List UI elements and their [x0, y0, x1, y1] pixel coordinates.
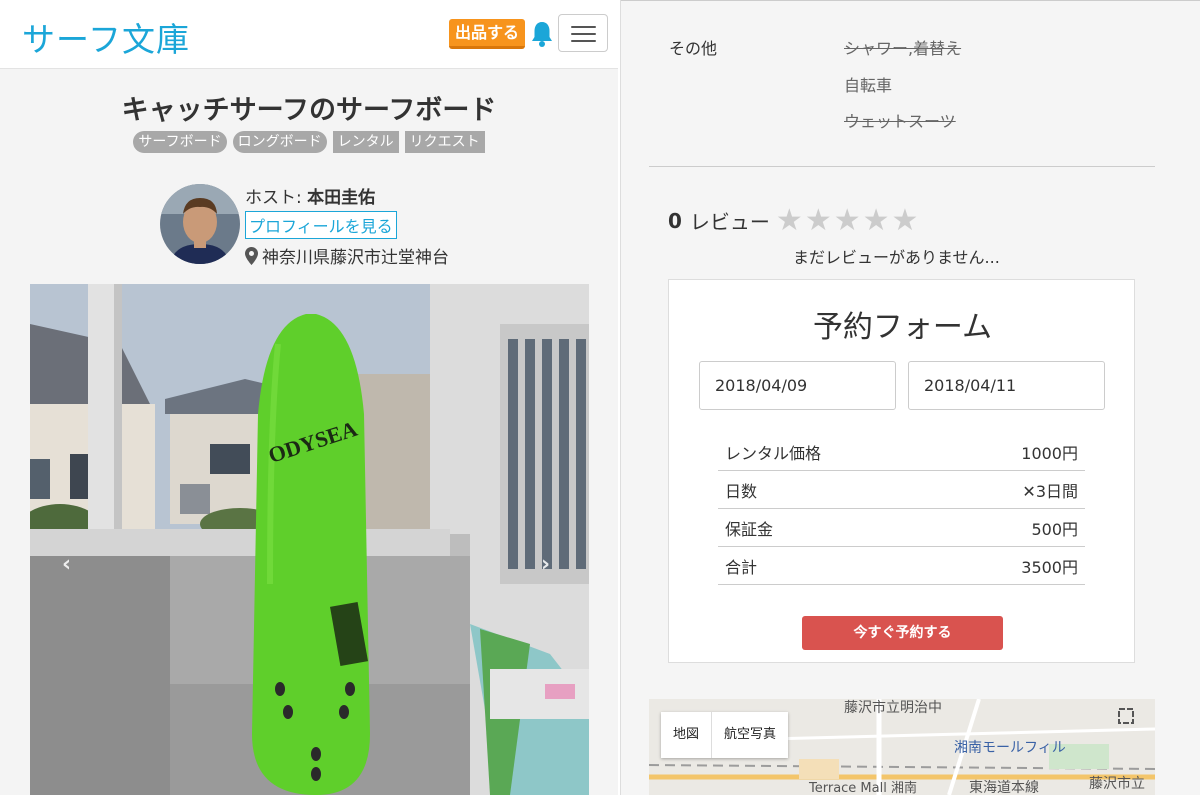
map-label: 藤沢市立明治中 — [844, 700, 942, 716]
map-type-tabs: 地図 航空写真 — [661, 712, 789, 758]
tag-surfboard[interactable]: サーフボード — [133, 131, 227, 153]
host-name: 本田圭佑 — [307, 188, 376, 208]
location-map[interactable]: 藤沢市立明治中 湘南モールフィル Terrace Mall 湘南 東海道本線 藤… — [649, 699, 1155, 795]
top-border — [621, 0, 1200, 3]
price-value: 3500円 — [1021, 557, 1078, 577]
price-label: 保証金 — [725, 519, 774, 539]
host-info: ホスト: 本田圭佑 — [245, 183, 375, 208]
map-label: 藤沢市立 — [1089, 776, 1145, 792]
price-value: ✕3日間 — [1022, 481, 1078, 501]
menu-icon-bar — [571, 33, 596, 35]
tag-rental[interactable]: レンタル — [332, 131, 399, 153]
price-label: 日数 — [725, 481, 758, 501]
price-label: 合計 — [725, 557, 758, 577]
review-summary: 0 レビュー ★★★★★ — [668, 203, 920, 238]
list-item-button[interactable]: 出品する — [449, 19, 525, 49]
location: 神奈川県藤沢市辻堂神台 — [245, 243, 449, 268]
listing-panel: サーフ文庫 出品する キャッチサーフのサーフボード サーフボード ロングボード … — [0, 0, 618, 795]
no-review-text: まだレビューがありません... — [793, 248, 1000, 267]
rating-stars-icon: ★★★★★ — [775, 203, 921, 238]
map-label: 湘南モールフィル — [954, 740, 1066, 756]
menu-toggle-button[interactable] — [558, 14, 608, 52]
price-table: レンタル価格 1000円 日数 ✕3日間 保証金 500円 合計 3500円 — [718, 433, 1085, 585]
start-date-input[interactable]: 2018/04/09 — [699, 361, 896, 410]
host-label: ホスト: — [245, 188, 308, 208]
price-value: 500円 — [1031, 519, 1078, 539]
reserve-now-button[interactable]: 今すぐ予約する — [802, 616, 1003, 650]
section-divider — [649, 166, 1155, 167]
carousel-next-icon[interactable]: › — [541, 552, 550, 577]
menu-icon-bar — [571, 26, 596, 28]
review-label: レビュー — [689, 210, 770, 234]
host-avatar[interactable] — [160, 184, 240, 264]
tag-longboard[interactable]: ロングボード — [232, 131, 327, 153]
map-label: Terrace Mall 湘南 — [809, 781, 917, 795]
map-pin-icon — [245, 246, 258, 265]
tab-map[interactable]: 地図 — [661, 712, 711, 758]
review-count: 0 — [668, 208, 682, 233]
price-row: 保証金 500円 — [718, 509, 1085, 547]
end-date-input[interactable]: 2018/04/11 — [908, 361, 1105, 410]
view-profile-link[interactable]: プロフィールを見る — [245, 211, 397, 239]
price-row: 合計 3500円 — [718, 547, 1085, 585]
reservation-form: 予約フォーム 2018/04/09 2018/04/11 レンタル価格 1000… — [668, 279, 1135, 663]
tab-satellite[interactable]: 航空写真 — [711, 712, 788, 758]
location-text: 神奈川県藤沢市辻堂神台 — [262, 248, 449, 268]
carousel-prev-icon[interactable]: ‹ — [62, 552, 71, 577]
listing-photo[interactable]: ODYSEA — [30, 284, 589, 795]
menu-icon-bar — [571, 40, 596, 42]
amenity-item: 自転車 — [844, 76, 893, 95]
tag-request[interactable]: リクエスト — [404, 131, 485, 153]
amenity-item: ウェットスーツ — [844, 112, 956, 131]
price-label: レンタル価格 — [725, 443, 822, 463]
form-title: 予約フォーム — [812, 310, 993, 345]
tag-list: サーフボード ロングボード レンタル リクエスト — [0, 131, 618, 153]
navbar: サーフ文庫 出品する — [0, 0, 618, 69]
amenities-label: その他 — [669, 39, 718, 58]
listing-title: キャッチサーフのサーフボード — [121, 95, 497, 126]
price-value: 1000円 — [1021, 443, 1078, 463]
brand-logo[interactable]: サーフ文庫 — [22, 13, 190, 61]
amenity-item: シャワー,着替え — [844, 39, 962, 58]
price-row: 日数 ✕3日間 — [718, 471, 1085, 509]
map-label: 東海道本線 — [969, 780, 1039, 795]
detail-panel: その他 シャワー,着替え 自転車 ウェットスーツ 0 レビュー ★★★★★ まだ… — [620, 0, 1200, 795]
price-row: レンタル価格 1000円 — [718, 433, 1085, 471]
notification-bell-icon[interactable] — [530, 20, 554, 48]
